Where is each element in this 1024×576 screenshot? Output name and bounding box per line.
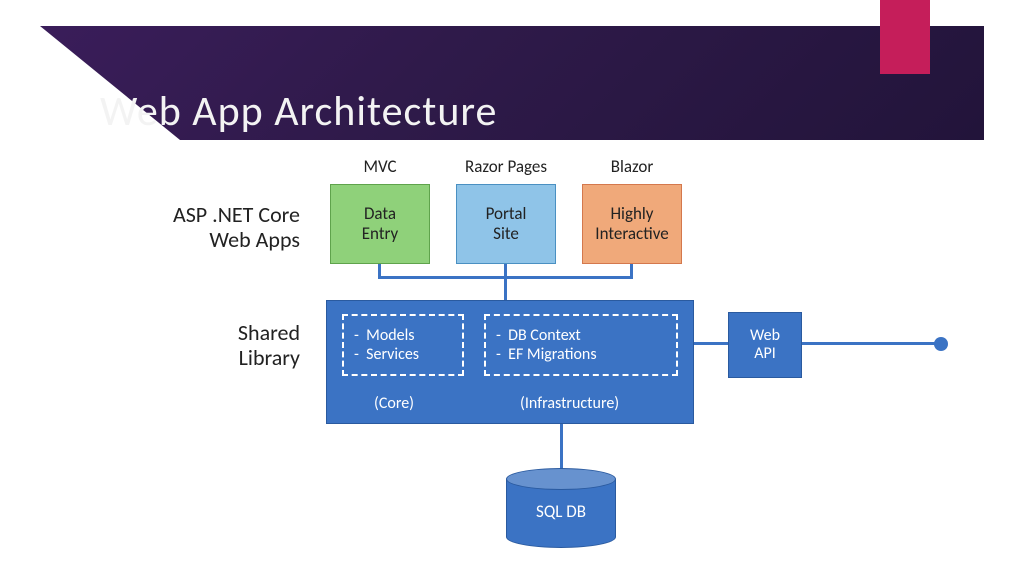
conn-shared-webapi	[694, 342, 728, 345]
infra-item-dbcontext: - DB Context	[496, 326, 666, 345]
core-box: - Models - Services	[342, 314, 464, 376]
web-api-box: Web API	[728, 312, 802, 378]
infra-item-ef: - EF Migrations	[496, 345, 666, 364]
app-box-data-entry: Data Entry	[330, 184, 430, 264]
sql-db: SQL DB	[506, 468, 616, 548]
tech-label-razor: Razor Pages	[446, 156, 566, 177]
core-item-services: - Services	[354, 345, 452, 364]
endpoint-dot	[934, 337, 948, 351]
row-label-webapps: ASP .NET Core Web Apps	[130, 202, 300, 253]
conn-apps-h	[378, 276, 633, 279]
accent-stripe	[880, 0, 930, 74]
conn-app2-v	[504, 264, 507, 304]
slide-title: Web App Architecture	[100, 86, 497, 137]
infra-caption: (Infrastructure)	[520, 394, 619, 413]
core-item-models: - Models	[354, 326, 452, 345]
app-box-interactive: Highly Interactive	[582, 184, 682, 264]
conn-webapi-out	[802, 342, 936, 345]
tech-label-blazor: Blazor	[582, 156, 682, 177]
slide: Web App Architecture MVC Razor Pages Bla…	[0, 0, 1024, 576]
row-label-shared: Shared Library	[174, 320, 300, 371]
sql-db-label: SQL DB	[506, 468, 616, 548]
app-box-portal: Portal Site	[456, 184, 556, 264]
infra-box: - DB Context - EF Migrations	[484, 314, 678, 376]
core-caption: (Core)	[374, 394, 414, 413]
tech-label-mvc: MVC	[330, 156, 430, 177]
conn-shared-db	[560, 424, 563, 470]
